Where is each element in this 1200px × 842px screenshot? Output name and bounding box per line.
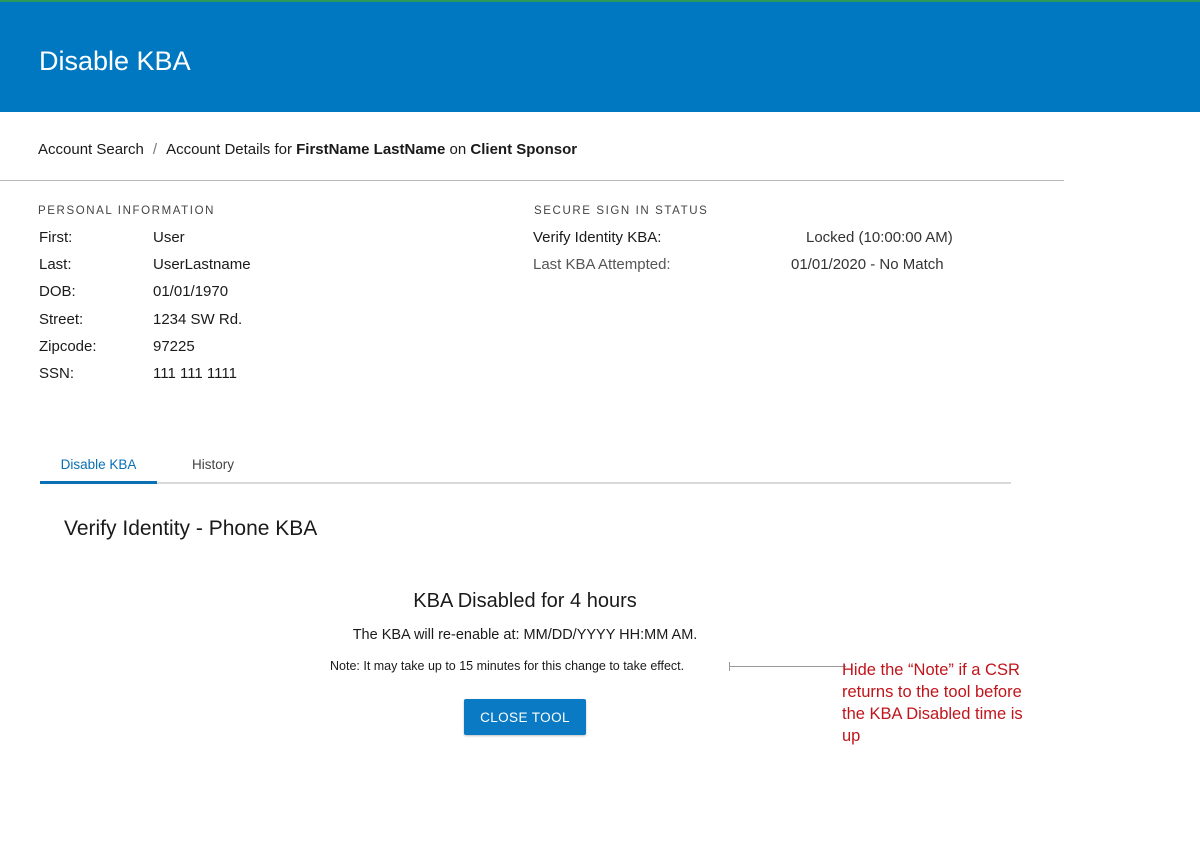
street-value: 1234 SW Rd.: [153, 311, 243, 328]
zipcode-label: Zipcode:: [39, 338, 97, 355]
close-tool-button[interactable]: CLOSE TOOL: [464, 699, 586, 735]
note-text: Note: It may take up to 15 minutes for t…: [330, 659, 685, 673]
tab-disable-kba[interactable]: Disable KBA: [40, 457, 157, 472]
breadcrumb-account-search-link[interactable]: Account Search: [38, 141, 144, 158]
header-divider: [0, 180, 1064, 181]
verify-identity-value: Locked (10:00:00 AM): [806, 229, 953, 246]
dob-label: DOB:: [39, 283, 76, 300]
first-value: User: [153, 229, 185, 246]
breadcrumb-separator: /: [152, 141, 158, 158]
page-header: Disable KBA: [0, 0, 1200, 112]
design-annotation: Hide the “Note” if a CSR returns to the …: [842, 661, 1023, 745]
secure-status-heading: SECURE SIGN IN STATUS: [534, 205, 709, 217]
annotation-connector-line: [729, 666, 846, 667]
last-value: UserLastname: [153, 256, 251, 273]
page-title: Disable KBA: [39, 46, 191, 76]
last-kba-value: 01/01/2020 - No Match: [791, 256, 944, 273]
reenable-text: The KBA will re-enable at: MM/DD/YYYY HH…: [352, 627, 698, 643]
breadcrumb-middle: on: [449, 141, 467, 158]
ssn-value: 111 111 1111: [153, 365, 237, 382]
breadcrumb-account-name: FirstName LastName: [296, 141, 446, 158]
street-label: Street:: [39, 311, 84, 328]
breadcrumb-sponsor: Client Sponsor: [470, 141, 578, 158]
personal-info-heading: PERSONAL INFORMATION: [38, 205, 216, 217]
tab-history[interactable]: History: [192, 457, 234, 472]
first-label: First:: [39, 229, 73, 246]
last-kba-label: Last KBA Attempted:: [533, 256, 671, 273]
last-label: Last:: [39, 256, 72, 273]
active-tab-indicator: [40, 481, 157, 484]
tabs-divider: [40, 482, 1011, 484]
breadcrumb-prefix: Account Details for: [166, 141, 292, 158]
panel-title: Verify Identity - Phone KBA: [64, 517, 318, 540]
zipcode-value: 97225: [153, 338, 195, 355]
ssn-label: SSN:: [39, 365, 75, 382]
dob-value: 01/01/1970: [153, 283, 229, 300]
verify-identity-label: Verify Identity KBA:: [533, 229, 662, 246]
breadcrumb: Account Search / Account Details for First…: [38, 141, 577, 158]
kba-disabled-heading: KBA Disabled for 4 hours: [413, 590, 637, 612]
